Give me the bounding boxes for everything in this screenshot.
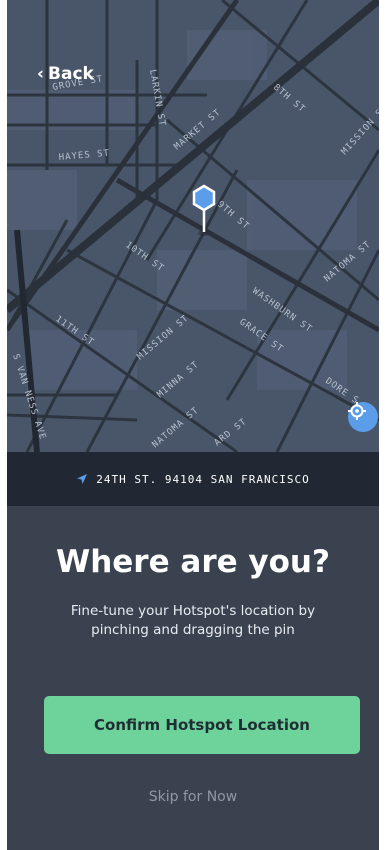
street-label-larkin: LARKIN ST: [147, 69, 167, 128]
address-text: 24TH ST. 94104 SAN FRANCISCO: [96, 472, 310, 486]
street-label-hayes: HAYES ST: [58, 149, 110, 163]
back-label: Back: [48, 64, 94, 84]
street-label-washburn: WASHBURN ST: [250, 286, 314, 335]
locate-me-button[interactable]: [348, 402, 378, 432]
back-button[interactable]: ‹ Back: [37, 64, 94, 84]
crosshair-icon: [348, 402, 366, 420]
screen: GROVE ST LARKIN ST 8TH ST MARKET ST MISS…: [7, 0, 379, 850]
street-label-howard: ARD ST: [213, 417, 250, 449]
page-title: Where are you?: [56, 544, 330, 580]
street-label-minna: MINNA ST: [156, 360, 202, 401]
street-label-8th: 8TH ST: [271, 83, 307, 115]
street-label-9th: 9TH ST: [215, 200, 251, 232]
subtitle: Fine-tune your Hotspot's location by pin…: [70, 603, 316, 638]
street-label-mission-mid: MISSION ST: [136, 313, 192, 362]
street-label-natoma-bottom: NATOMA ST: [151, 405, 202, 450]
chevron-left-icon: ‹: [37, 63, 45, 84]
skip-button[interactable]: Skip for Now: [7, 789, 379, 805]
address-bar: 24TH ST. 94104 SAN FRANCISCO: [7, 452, 379, 506]
main-content: Where are you? Fine-tune your Hotspot's …: [7, 506, 379, 850]
navigation-arrow-icon: [77, 474, 88, 484]
confirm-location-button[interactable]: Confirm Hotspot Location: [44, 696, 360, 754]
map-view[interactable]: GROVE ST LARKIN ST 8TH ST MARKET ST MISS…: [7, 0, 379, 452]
